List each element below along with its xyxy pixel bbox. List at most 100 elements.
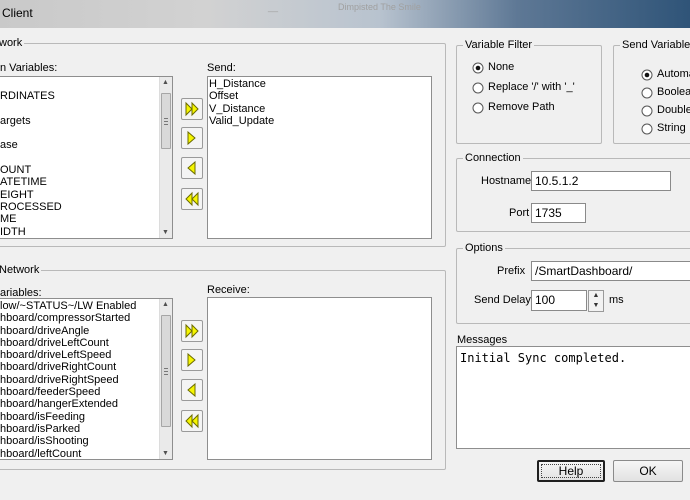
receive-add-all-button[interactable] [181,320,203,342]
list-item[interactable]: Valid_Update [208,115,431,127]
list-item[interactable]: RDINATES [0,90,172,102]
receive-remove-all-button[interactable] [181,410,203,432]
title-bar[interactable]: Client __ Dimpisted The Smile [0,0,690,28]
list-item[interactable] [0,78,172,90]
list-item[interactable]: hboard/hangerExtended [0,398,172,410]
send-list[interactable]: H_Distance Offset V_Distance Valid_Update [207,76,432,239]
list-item[interactable] [0,127,172,139]
hostname-input[interactable]: 10.5.1.2 [531,171,671,191]
list-item[interactable]: hboard/leftCount [0,448,172,459]
list-item[interactable]: ATETIME [0,176,172,188]
send-available-list[interactable]: RDINATES argets ase OUNT ATETIME EIGHT ROCESSE… [0,76,173,239]
list-item[interactable]: OUNT [0,164,172,176]
variable-filter-group: Variable Filter [456,38,602,144]
double-arrow-right-icon [185,101,199,117]
port-input[interactable]: 1735 [531,203,586,223]
list-item[interactable]: hboard/isShooting [0,435,172,447]
radio-label: None [488,61,515,73]
add-all-button[interactable] [181,98,203,120]
ok-button-label: OK [639,464,657,478]
send-available-scrollbar[interactable]: ▲ ▼ [159,77,172,238]
list-item[interactable]: V_Distance [208,103,431,115]
messages-box[interactable]: Initial Sync completed. [456,346,690,449]
messages-label: Messages [457,334,508,346]
scroll-thumb[interactable] [161,93,171,149]
radio-0[interactable] [641,69,653,81]
port-label: Port [509,207,530,219]
list-item[interactable]: ase [0,139,172,151]
remove-all-button[interactable] [181,188,203,210]
arrow-left-icon [187,382,196,398]
list-item[interactable]: argets [0,115,172,127]
radio-1[interactable] [472,82,484,94]
list-item[interactable]: hboard/driveLeftCount [0,337,172,349]
scroll-down-icon[interactable]: ▼ [162,229,169,236]
double-arrow-left-icon [185,191,199,207]
list-item[interactable]: EIGHT [0,189,172,201]
title-faint-text: __ [268,2,279,12]
receive-available-scrollbar[interactable]: ▲ ▼ [159,299,172,459]
options-group: Options [456,241,690,324]
list-item[interactable] [0,103,172,115]
remove-button[interactable] [181,157,203,179]
list-item[interactable]: hboard/driveRightSpeed [0,374,172,386]
scroll-down-icon[interactable]: ▼ [162,450,169,457]
scroll-up-icon[interactable]: ▲ [162,301,169,308]
options-title: Options [463,241,505,255]
arrow-right-icon [187,130,196,146]
radio-0[interactable] [472,62,484,74]
send-delay-unit: ms [609,294,624,306]
list-item[interactable]: hboard/isParked [0,423,172,435]
list-item[interactable]: hboard/feederSpeed [0,386,172,398]
radio-2[interactable] [641,105,653,117]
list-item[interactable]: ROCESSED [0,201,172,213]
title-faint-text-2: Dimpisted The Smile [338,2,421,12]
spin-up-icon[interactable]: ▲ [589,291,603,301]
arrow-right-icon [187,352,196,368]
list-item[interactable]: hboard/driveRightCount [0,361,172,373]
radio-label: Boolea [657,86,690,98]
send-variable-type-title: Send Variable T [620,38,690,52]
list-item[interactable]: low/~STATUS~/LW Enabled [0,300,172,312]
radio-3[interactable] [641,123,653,135]
receive-list[interactable] [207,297,432,460]
arrow-left-icon [187,160,196,176]
list-item[interactable]: hboard/driveAngle [0,325,172,337]
scroll-thumb[interactable] [161,315,171,427]
receive-available-list[interactable]: low/~STATUS~/LW Enabled hboard/compressor… [0,298,173,460]
radio-label: String [657,122,686,134]
radio-2[interactable] [472,102,484,114]
send-network-title: work [0,36,25,50]
receive-remove-button[interactable] [181,379,203,401]
list-item[interactable]: IDTH [0,226,172,238]
radio-label: Replace '/' with '_' [488,81,575,93]
list-item[interactable]: hboard/isFeeding [0,411,172,423]
list-item[interactable]: hboard/driveLeftSpeed [0,349,172,361]
variable-filter-title: Variable Filter [463,38,535,52]
scroll-up-icon[interactable]: ▲ [162,79,169,86]
ok-button[interactable]: OK [613,460,683,482]
list-item[interactable] [0,152,172,164]
list-item[interactable]: hboard/compressorStarted [0,312,172,324]
radio-label: Remove Path [488,101,555,113]
window-title: Client [2,6,33,20]
list-item[interactable]: H_Distance [208,78,431,90]
prefix-input[interactable]: /SmartDashboard/ [531,261,690,281]
connection-title: Connection [463,151,523,165]
prefix-label: Prefix [497,265,526,277]
receive-network-title: Network [0,263,42,277]
list-item[interactable]: ME [0,213,172,225]
help-button[interactable]: Help [537,460,605,482]
list-item[interactable]: Offset [208,90,431,102]
spin-down-icon[interactable]: ▼ [589,301,603,311]
radio-label: Double [657,104,690,116]
send-delay-input[interactable]: 100 [531,290,587,311]
radio-1[interactable] [641,87,653,99]
receive-add-button[interactable] [181,349,203,371]
receive-label: Receive: [207,284,250,296]
double-arrow-right-icon [185,323,199,339]
double-arrow-left-icon [185,413,199,429]
radio-label: Automa [657,68,690,80]
add-button[interactable] [181,127,203,149]
send-delay-spinner[interactable]: ▲ ▼ [588,290,604,312]
